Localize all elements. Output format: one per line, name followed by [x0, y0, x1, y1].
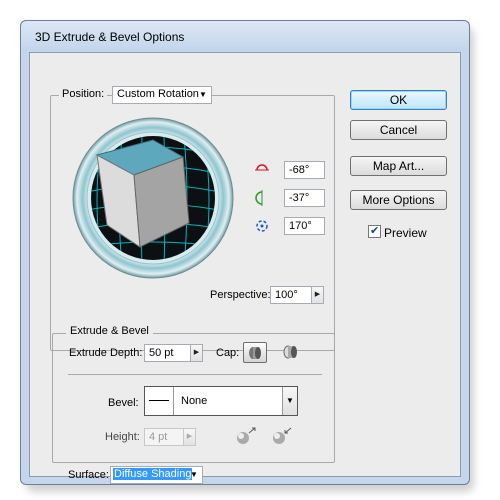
separator: [68, 374, 322, 375]
cap-label: Cap:: [216, 347, 240, 359]
surface-dropdown-value: Diffuse Shading: [113, 468, 193, 480]
extrude-bevel-legend: Extrude & Bevel: [66, 325, 153, 337]
bevel-swatch: [145, 387, 174, 415]
extrude-depth-label: Extrude Depth:: [69, 347, 143, 359]
position-dropdown-value: Custom Rotation: [117, 88, 199, 100]
cancel-button[interactable]: Cancel: [350, 120, 447, 140]
height-slider-arrow-icon[interactable]: ▶: [183, 428, 196, 446]
surface-label: Surface:: [68, 469, 109, 481]
bevel-extent-out-icon[interactable]: [235, 427, 257, 448]
more-options-button[interactable]: More Options: [350, 190, 447, 210]
chevron-down-icon[interactable]: ▼: [195, 87, 211, 103]
dialog-window: 3D Extrude & Bevel Options Position: Cus…: [20, 20, 470, 485]
window-title: 3D Extrude & Bevel Options: [35, 30, 185, 44]
bevel-extent-in-icon[interactable]: [271, 427, 293, 448]
map-art-button[interactable]: Map Art...: [350, 156, 447, 176]
track-cube[interactable]: [72, 117, 234, 279]
chevron-down-icon[interactable]: ▼: [186, 467, 202, 483]
cap-on-button[interactable]: [243, 342, 267, 363]
preview-label[interactable]: Preview: [384, 226, 427, 240]
chevron-down-icon[interactable]: ▼: [282, 387, 297, 415]
surface-dropdown[interactable]: Diffuse Shading ▼: [110, 466, 203, 484]
position-dropdown[interactable]: Custom Rotation ▼: [112, 86, 212, 104]
ok-button[interactable]: OK: [350, 90, 447, 110]
x-rotation-field[interactable]: -68°: [284, 161, 325, 179]
z-rotation-field[interactable]: 170°: [284, 217, 325, 235]
perspective-slider-arrow-icon[interactable]: ▶: [311, 286, 324, 304]
z-rotation-icon: [254, 218, 270, 237]
dialog-body: Position: Custom Rotation ▼ -68° -37° 17…: [29, 52, 461, 484]
bevel-dropdown-value: None: [181, 395, 208, 407]
extrude-depth-slider-arrow-icon[interactable]: ▶: [190, 344, 203, 362]
x-rotation-icon: [254, 162, 270, 181]
position-label: Position:: [59, 88, 108, 100]
cap-on-icon: [248, 346, 262, 363]
checkmark-icon: ✔: [370, 225, 380, 237]
bevel-label: Bevel:: [108, 397, 139, 409]
title-bar[interactable]: 3D Extrude & Bevel Options: [21, 21, 469, 51]
extrude-depth-field[interactable]: 50 pt: [144, 344, 191, 362]
cap-off-icon[interactable]: [283, 345, 299, 362]
bevel-profile-line: [149, 400, 169, 401]
y-rotation-icon: [254, 190, 270, 209]
y-rotation-field[interactable]: -37°: [284, 189, 325, 207]
bevel-dropdown[interactable]: None ▼: [144, 386, 298, 416]
height-field[interactable]: 4 pt: [144, 428, 184, 446]
height-label: Height:: [105, 431, 140, 443]
preview-checkbox[interactable]: ✔: [368, 225, 381, 238]
perspective-label: Perspective:: [210, 289, 271, 301]
perspective-field[interactable]: 100°: [270, 286, 312, 304]
